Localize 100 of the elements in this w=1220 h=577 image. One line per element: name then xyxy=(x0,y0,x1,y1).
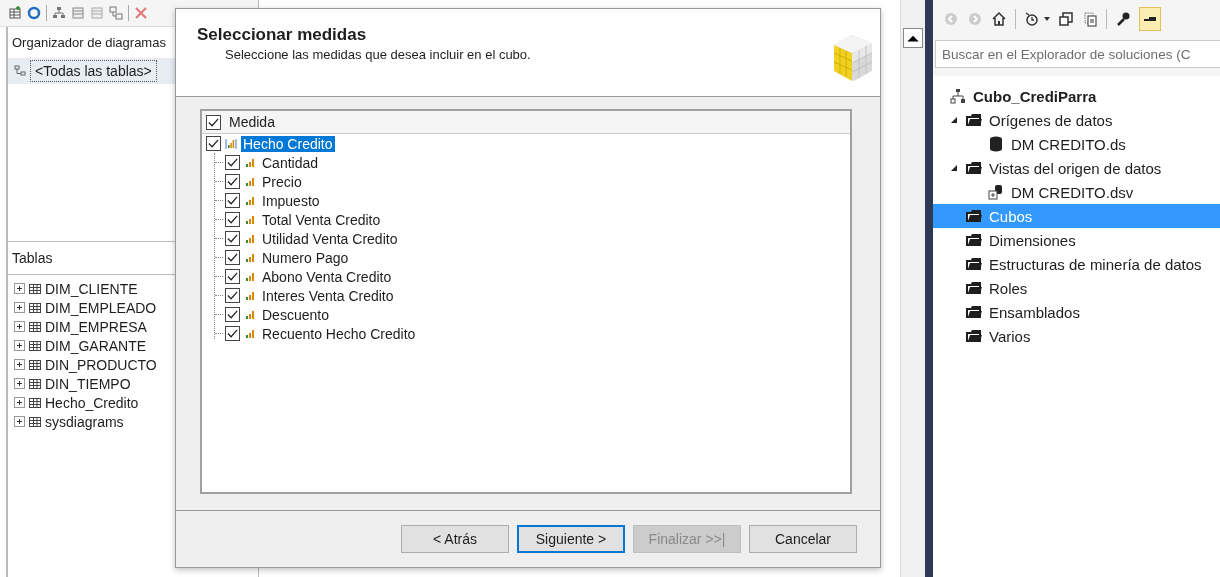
expand-icon[interactable] xyxy=(14,359,25,370)
measure-item[interactable]: Interes Venta Credito xyxy=(260,287,396,304)
tree-item[interactable]: Ensamblados xyxy=(933,300,1220,324)
folder-icon xyxy=(965,208,983,224)
dropdown-caret-icon[interactable] xyxy=(1044,17,1050,21)
table-icon xyxy=(29,416,41,427)
table-name[interactable]: Hecho_Credito xyxy=(45,394,139,411)
scrollbar[interactable] xyxy=(900,0,925,577)
tree-item[interactable]: DM CREDITO.dsv xyxy=(933,180,1220,204)
measure-item[interactable]: Total Venta Credito xyxy=(260,211,383,228)
checkbox[interactable] xyxy=(225,269,240,284)
wizard-button[interactable]: Cancelar xyxy=(749,525,857,553)
expand-icon[interactable] xyxy=(14,397,25,408)
checkbox[interactable] xyxy=(225,212,240,227)
checkbox[interactable] xyxy=(206,114,221,130)
expand-icon[interactable] xyxy=(14,340,25,351)
measure-item[interactable]: Impuesto xyxy=(260,192,322,209)
measure-icon xyxy=(245,271,255,282)
expand-icon[interactable] xyxy=(14,416,25,427)
checkbox[interactable] xyxy=(225,250,240,265)
table-name[interactable]: sysdiagrams xyxy=(45,413,124,430)
table-icon xyxy=(29,397,41,408)
folder-icon xyxy=(965,280,983,296)
diagram-icon xyxy=(14,65,26,77)
measure-item[interactable]: Numero Pago xyxy=(260,249,351,266)
table-icon xyxy=(29,359,41,370)
home-icon[interactable] xyxy=(991,11,1007,27)
measure-item[interactable]: Precio xyxy=(260,173,304,190)
clock-icon[interactable] xyxy=(1024,11,1040,27)
table-name[interactable]: DIM_CLIENTE xyxy=(45,280,138,297)
measure-item[interactable]: Descuento xyxy=(260,306,331,323)
checkbox[interactable] xyxy=(225,288,240,303)
folder-icon xyxy=(965,232,983,248)
measure-icon xyxy=(245,176,255,187)
checkbox[interactable] xyxy=(225,174,240,189)
measure-icon xyxy=(245,157,255,168)
measure-group[interactable]: Hecho Credito xyxy=(241,135,335,152)
windows-icon[interactable] xyxy=(1058,11,1074,27)
layout-icon[interactable] xyxy=(109,6,123,20)
expand-icon[interactable] xyxy=(14,321,25,332)
expand-arrow-icon[interactable] xyxy=(950,116,958,124)
tree-item[interactable]: DM CREDITO.ds xyxy=(933,132,1220,156)
scroll-up-icon[interactable] xyxy=(903,28,923,48)
checkbox[interactable] xyxy=(225,326,240,341)
expand-icon[interactable] xyxy=(14,302,25,313)
project-icon xyxy=(949,88,967,104)
measure-icon xyxy=(245,195,255,206)
tree-item[interactable]: Orígenes de datos xyxy=(933,108,1220,132)
table-add-icon[interactable] xyxy=(8,6,22,20)
delete-icon[interactable] xyxy=(134,6,148,20)
project-name[interactable]: Cubo_CrediParra xyxy=(973,87,1097,105)
table-name[interactable]: DIM_GARANTE xyxy=(45,337,147,354)
measure-item[interactable]: Abono Venta Credito xyxy=(260,268,394,285)
checkbox[interactable] xyxy=(206,136,221,151)
table-name[interactable]: DIM_EMPLEADO xyxy=(45,299,157,316)
tree-item[interactable]: Vistas del origen de datos xyxy=(933,156,1220,180)
folder-icon xyxy=(965,256,983,272)
column-header: Medida xyxy=(229,114,275,130)
panel-title: Organizador de diagramas xyxy=(11,34,167,52)
refresh-icon[interactable] xyxy=(27,6,41,20)
data-view-icon xyxy=(987,184,1005,200)
measure-icon xyxy=(245,214,255,225)
folder-icon xyxy=(965,112,983,128)
checkbox[interactable] xyxy=(225,231,240,246)
folder-icon xyxy=(965,304,983,320)
dialog-title: Seleccionar medidas xyxy=(197,25,368,45)
measure-item[interactable]: Cantidad xyxy=(260,154,321,171)
tree-item[interactable]: Roles xyxy=(933,276,1220,300)
diagram-icon[interactable] xyxy=(52,6,66,20)
expand-icon[interactable] xyxy=(14,378,25,389)
folder-icon xyxy=(965,160,983,176)
checkbox[interactable] xyxy=(225,307,240,322)
measure-item[interactable]: Recuento Hecho Credito xyxy=(260,325,418,342)
table-icon xyxy=(29,378,41,389)
checkbox[interactable] xyxy=(225,193,240,208)
measure-icon xyxy=(245,290,255,301)
wizard-button[interactable]: Siguiente > xyxy=(517,525,625,553)
tree-item[interactable]: Estructuras de minería de datos xyxy=(933,252,1220,276)
table-name[interactable]: DIN_TIEMPO xyxy=(45,375,131,392)
measure-icon xyxy=(245,309,255,320)
table-name[interactable]: DIN_PRODUCTO xyxy=(45,356,157,373)
tree-item[interactable]: Dimensiones xyxy=(933,228,1220,252)
wrench-icon[interactable] xyxy=(1115,11,1131,27)
wizard-button[interactable]: < Atrás xyxy=(401,525,509,553)
diagram-item[interactable]: <Todas las tablas> xyxy=(30,60,157,82)
measure-icon xyxy=(245,252,255,263)
measure-group-icon xyxy=(225,137,237,150)
expand-icon[interactable] xyxy=(14,283,25,294)
copy-icon[interactable] xyxy=(1082,11,1098,27)
table-icon xyxy=(29,340,41,351)
measure-icon xyxy=(245,328,255,339)
table-name[interactable]: DIM_EMPRESA xyxy=(45,318,147,335)
measure-item[interactable]: Utilidad Venta Credito xyxy=(260,230,400,247)
folder-icon xyxy=(965,328,983,344)
table-icon xyxy=(29,302,41,313)
expand-arrow-icon[interactable] xyxy=(950,164,958,172)
checkbox[interactable] xyxy=(225,155,240,170)
table-icon xyxy=(29,321,41,332)
tree-item[interactable]: Varios xyxy=(933,324,1220,348)
search-field[interactable]: Buscar en el Explorador de soluciones (C xyxy=(935,40,1220,68)
